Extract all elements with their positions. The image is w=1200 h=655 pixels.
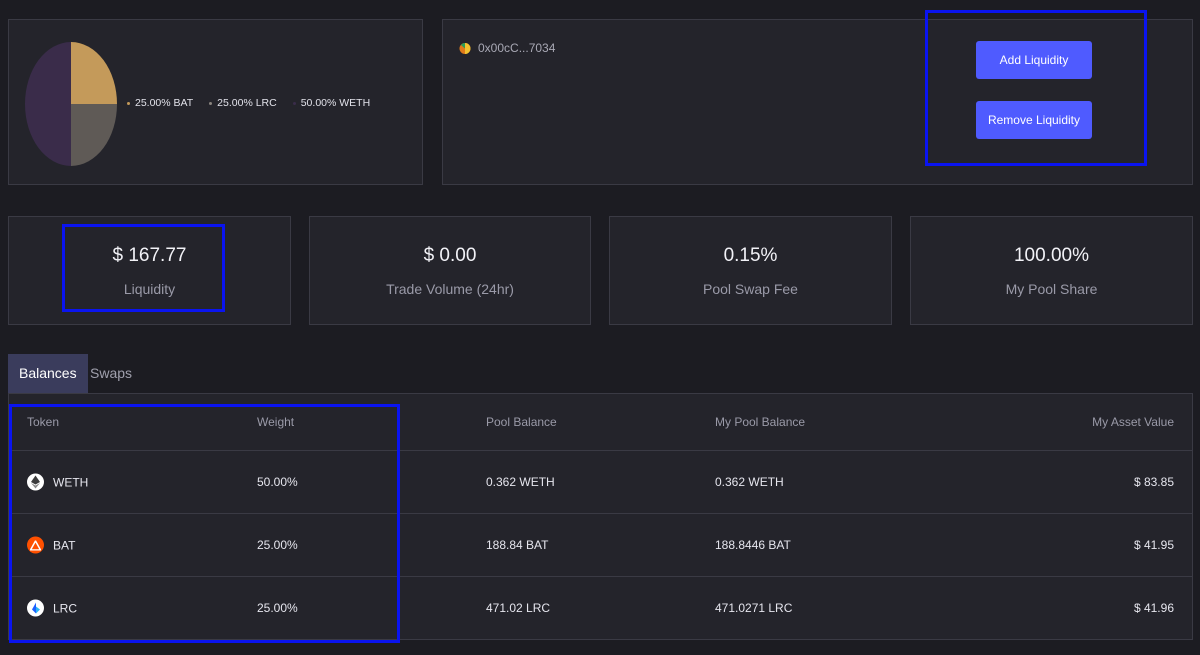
legend-label-bat: 25.00% BAT: [135, 97, 194, 109]
tab-balances[interactable]: Balances: [8, 354, 88, 393]
pool-balance-cell: 188.84 BAT: [486, 538, 549, 552]
remove-liquidity-button[interactable]: Remove Liquidity: [976, 101, 1092, 139]
column-header-pool-balance[interactable]: Pool Balance: [486, 415, 557, 429]
table-header-row: Token Weight Pool Balance My Pool Balanc…: [9, 394, 1192, 451]
my-asset-value-cell: $ 83.85: [1133, 475, 1174, 489]
stat-card-trade-volume: $ 0.00 Trade Volume (24hr): [309, 216, 591, 325]
balances-table: Token Weight Pool Balance My Pool Balanc…: [8, 393, 1193, 640]
pie-slice-bat[interactable]: [71, 42, 117, 104]
weight-cell: 25.00%: [257, 538, 298, 552]
legend-dot-bat: [127, 101, 130, 105]
pool-identicon-icon: [459, 42, 471, 54]
pie-slice-weth[interactable]: [25, 42, 71, 166]
pool-composition-panel: 25.00% BAT 25.00% LRC 50.00% WETH: [8, 19, 423, 185]
legend-label-weth: 50.00% WETH: [300, 97, 371, 109]
stat-value-liquidity: $ 167.77: [112, 245, 187, 266]
stat-label-pool-share: My Pool Share: [1005, 281, 1098, 297]
legend-label-lrc: 25.00% LRC: [217, 97, 277, 109]
column-header-my-asset-value[interactable]: My Asset Value: [1092, 415, 1174, 429]
legend-dot-lrc: [209, 101, 213, 105]
table-row: LRC 25.00% 471.02 LRC 471.0271 LRC $ 41.…: [9, 577, 1192, 640]
weight-cell: 25.00%: [257, 601, 298, 615]
stat-label-swap-fee: Pool Swap Fee: [703, 281, 798, 297]
stat-value-pool-share: 100.00%: [1013, 245, 1089, 266]
legend-item-lrc: 25.00% LRC: [209, 97, 277, 109]
stat-card-pool-share: 100.00% My Pool Share: [910, 216, 1193, 325]
pool-balance-cell: 471.02 LRC: [486, 601, 551, 615]
stat-value-swap-fee: 0.15%: [723, 245, 778, 266]
my-pool-balance-cell: 188.8446 BAT: [715, 538, 791, 552]
weth-icon: [27, 473, 44, 491]
my-pool-balance-cell: 0.362 WETH: [715, 475, 784, 489]
weight-cell: 50.00%: [257, 475, 298, 489]
table-row: BAT 25.00% 188.84 BAT 188.8446 BAT $ 41.…: [9, 514, 1192, 577]
token-cell: WETH: [27, 473, 89, 491]
table-row: WETH 50.00% 0.362 WETH 0.362 WETH $ 83.8…: [9, 451, 1192, 514]
my-pool-balance-cell: 471.0271 LRC: [715, 601, 793, 615]
lrc-icon: [27, 599, 44, 617]
stat-value-trade-volume: $ 0.00: [423, 245, 477, 266]
pool-actions-panel: 0x00cC...7034 Add Liquidity Remove Liqui…: [442, 19, 1193, 185]
pool-composition-pie-chart: [25, 42, 117, 166]
tab-swaps[interactable]: Swaps: [79, 354, 143, 393]
bat-icon: [27, 536, 44, 554]
pie-slice-lrc[interactable]: [71, 104, 117, 166]
pool-address[interactable]: 0x00cC...7034: [459, 41, 555, 55]
my-asset-value-cell: $ 41.96: [1133, 601, 1174, 615]
pool-balance-cell: 0.362 WETH: [486, 475, 555, 489]
add-liquidity-button[interactable]: Add Liquidity: [976, 41, 1092, 79]
legend-item-weth: 50.00% WETH: [292, 97, 371, 109]
token-name: BAT: [53, 538, 76, 552]
stat-card-swap-fee: 0.15% Pool Swap Fee: [609, 216, 892, 325]
column-header-token[interactable]: Token: [27, 415, 59, 429]
stat-card-liquidity: $ 167.77 Liquidity: [8, 216, 291, 325]
my-asset-value-cell: $ 41.95: [1133, 538, 1174, 552]
token-name: WETH: [53, 475, 89, 489]
pool-address-text: 0x00cC...7034: [478, 41, 556, 55]
legend-item-bat: 25.00% BAT: [127, 97, 193, 109]
column-header-weight[interactable]: Weight: [257, 415, 294, 429]
token-name: LRC: [53, 601, 78, 615]
stat-label-trade-volume: Trade Volume (24hr): [386, 281, 514, 297]
stat-label-liquidity: Liquidity: [123, 281, 176, 297]
token-cell: LRC: [27, 599, 78, 617]
token-cell: BAT: [27, 536, 76, 554]
pie-legend: 25.00% BAT 25.00% LRC 50.00% WETH: [127, 97, 370, 109]
legend-dot-weth: [292, 101, 296, 105]
column-header-my-pool-balance[interactable]: My Pool Balance: [715, 415, 805, 429]
